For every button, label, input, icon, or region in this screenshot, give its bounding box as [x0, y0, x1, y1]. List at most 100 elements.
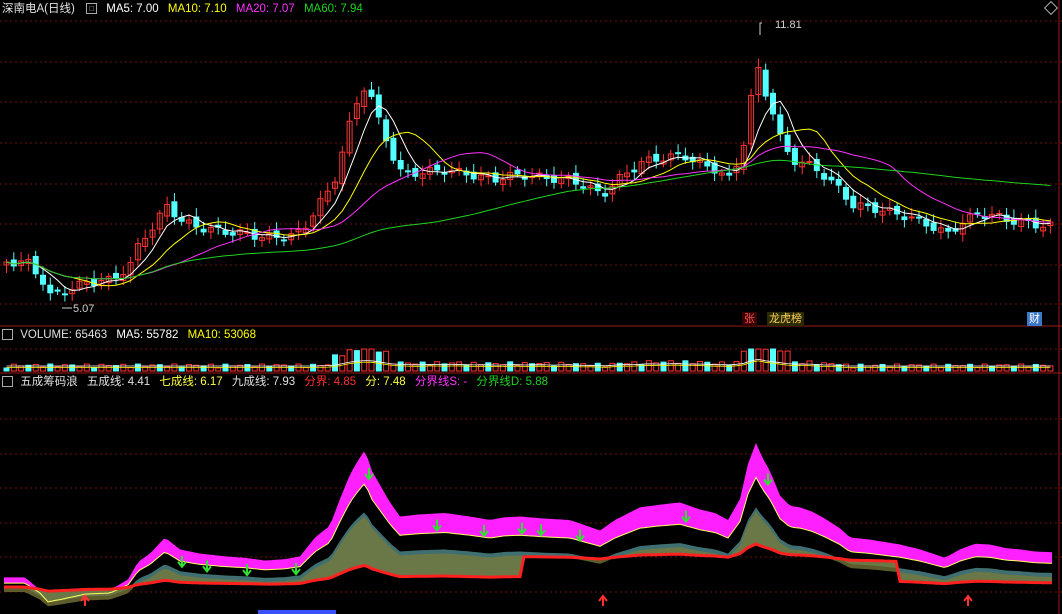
fenjies-legend: 分界线S: -: [414, 376, 468, 388]
volume-bar: [3, 367, 10, 372]
ma20-legend: MA20: 7.07: [235, 3, 295, 15]
candle-body: [47, 284, 54, 294]
candle-body: [901, 216, 908, 221]
volume-bar: [200, 365, 207, 372]
volume-bar: [740, 350, 747, 372]
volume-bar: [580, 363, 587, 372]
volume-bar: [215, 367, 222, 372]
candle-body: [923, 218, 930, 227]
volume-bar: [850, 367, 857, 372]
volume-bar: [587, 365, 594, 372]
kline-chart-canvas[interactable]: [0, 0, 1062, 614]
candle-body: [675, 152, 682, 155]
fenjie-legend: 分界: 4.85: [304, 376, 357, 388]
candle-body: [631, 169, 638, 173]
candle-body: [835, 178, 842, 186]
volume-bar: [689, 363, 696, 372]
candle-body: [405, 170, 411, 173]
candle-body: [434, 164, 441, 171]
volume-bar: [799, 363, 806, 372]
candle-body: [171, 201, 178, 218]
stock-name[interactable]: 深南电A(日线): [2, 3, 75, 15]
candle-body: [580, 186, 587, 189]
candle-body: [843, 187, 849, 200]
volume-bar: [18, 365, 25, 372]
fen-legend: 分: 7.48: [365, 376, 406, 388]
tag-longhubang[interactable]: 龙虎榜: [767, 312, 804, 326]
volume-bar: [697, 360, 703, 372]
volume-bar: [704, 361, 711, 372]
volume-bar: [952, 365, 959, 372]
volume-bar: [346, 349, 353, 372]
volume-bar: [127, 367, 134, 372]
volume-bar: [229, 365, 236, 372]
ma5-legend: MA5: 7.00: [106, 3, 159, 15]
volume-bar: [485, 362, 492, 372]
candle-body: [653, 153, 660, 162]
volume-bar: [456, 361, 463, 372]
candle-body: [229, 232, 236, 236]
candle-body: [704, 161, 711, 167]
volume-bar: [76, 365, 83, 372]
candle-body: [850, 195, 857, 209]
volume-bar: [91, 367, 98, 372]
candle-body: [390, 137, 397, 161]
volume-bar: [361, 348, 368, 372]
volume-bar: [667, 360, 674, 372]
candle-body: [397, 159, 404, 170]
chip-wave-gap: [4, 477, 1052, 603]
l70-legend: 七成线: 6.17: [159, 376, 223, 388]
indicator-settings-icon[interactable]: [2, 376, 13, 388]
candle-body: [602, 193, 609, 197]
ma10-line: [6, 128, 1051, 287]
volume-bar: [974, 367, 981, 372]
ma10-legend: MA10: 7.10: [167, 3, 227, 15]
high-pointer: [759, 22, 762, 35]
l90-legend: 九成线: 7.93: [231, 376, 296, 388]
buy-arrow-icon: [598, 594, 608, 606]
volume-bar: [711, 363, 718, 372]
candle-body: [54, 289, 61, 292]
candle-body: [514, 169, 521, 175]
volume-bar: [565, 363, 572, 372]
candle-body: [280, 239, 287, 242]
l50-legend: 五成线: 4.41: [86, 376, 151, 388]
candle-body: [485, 175, 492, 178]
indicator-name: 五成筹码浪: [20, 376, 78, 388]
volume-ma10-legend: MA10: 53068: [187, 329, 256, 341]
candle-body: [777, 114, 784, 135]
volume-bar: [478, 364, 484, 372]
candle-body: [113, 272, 119, 280]
volume-bar: [675, 362, 682, 372]
volume-bar: [923, 365, 930, 372]
volume-bar: [777, 350, 784, 372]
scroll-position-marker: [258, 610, 336, 614]
volume-ma5-legend: MA5: 55782: [116, 329, 179, 341]
candle-body: [726, 172, 733, 176]
candle-body: [441, 172, 448, 175]
volume-bar: [302, 367, 309, 372]
ma60-legend: MA60: 7.94: [303, 3, 363, 15]
volume-bar: [784, 350, 791, 372]
candle-body: [908, 216, 915, 219]
tag-cai[interactable]: 财: [1027, 312, 1042, 326]
tag-zhang[interactable]: 张: [742, 312, 757, 326]
volume-panel-header: VOLUME: 65463 MA5: 55782 MA10: 53068: [0, 327, 262, 343]
candle-body: [916, 216, 922, 219]
volume-bar: [645, 360, 652, 372]
volume-bar: [748, 348, 755, 372]
candle-body: [61, 293, 68, 296]
settings-toggle-icon[interactable]: □: [86, 3, 98, 15]
buy-arrow-icon: [963, 594, 973, 606]
volume-ma10-line: [6, 360, 1051, 368]
candle-body: [200, 228, 207, 233]
candle-body: [828, 176, 835, 181]
volume-bar: [383, 350, 390, 372]
candle-body: [864, 203, 871, 207]
volume-settings-icon[interactable]: [2, 329, 13, 341]
volume-bar: [368, 348, 375, 372]
volume-bar: [989, 365, 995, 372]
candle-body: [784, 134, 791, 152]
volume-ma5-line: [6, 358, 1051, 367]
candle-body: [222, 229, 229, 235]
